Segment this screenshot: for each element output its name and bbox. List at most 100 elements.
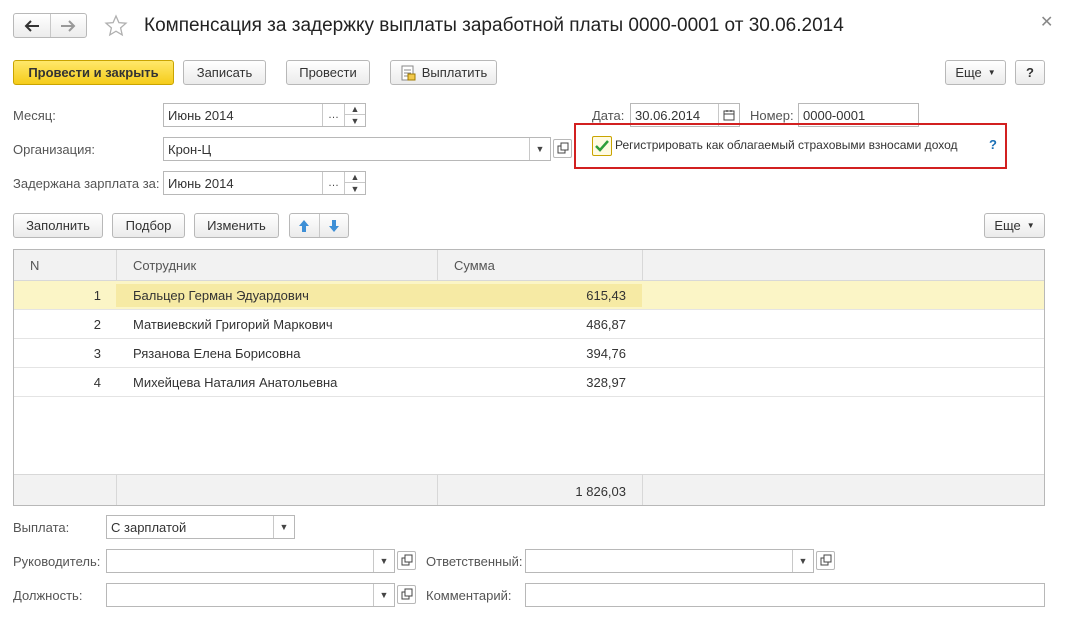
more-button[interactable]: Еще ▼ [945,60,1006,85]
month-label: Месяц: [13,108,56,123]
sum-value: 394,76 [586,346,626,361]
table-more-button[interactable]: Еще ▼ [984,213,1045,238]
payment-value: С зарплатой [111,519,187,535]
column-header-employee[interactable]: Сотрудник [133,258,196,273]
head-label: Руководитель: [13,554,101,569]
open-link-icon [401,554,413,566]
save-button[interactable]: Записать [183,60,266,85]
register-income-checkbox[interactable] [592,136,612,156]
payment-label: Выплата: [13,520,70,535]
register-help-link[interactable]: ? [989,137,997,152]
ellipsis-icon: … [328,177,339,189]
head-field[interactable] [106,549,395,573]
employee-name: Рязанова Елена Борисовна [133,346,301,361]
sum-value: 328,97 [586,375,626,390]
move-down-button[interactable] [320,214,349,237]
delayed-salary-label: Задержана зарплата за: [13,176,160,191]
open-link-icon [401,588,413,600]
register-income-label: Регистрировать как облагаемый страховыми… [615,138,958,152]
move-buttons-group [289,213,349,238]
sum-value: 486,87 [586,317,626,332]
employees-table: N Сотрудник Сумма 1 Бальцер Герман Эдуар… [13,249,1045,506]
date-label: Дата: [592,108,625,123]
pick-button[interactable]: Подбор [112,213,185,238]
move-up-button[interactable] [290,214,320,237]
responsible-dropdown-button[interactable]: ▼ [792,550,813,572]
forward-button[interactable] [51,14,87,37]
month-value: Июнь 2014 [168,107,234,123]
ellipsis-icon: … [328,109,339,121]
delayed-salary-select-button[interactable]: … [322,172,344,194]
month-up-button[interactable]: ▲ [344,104,365,115]
organization-label: Организация: [13,142,96,157]
delayed-salary-up-button[interactable]: ▲ [344,172,365,183]
post-button[interactable]: Провести [286,60,370,85]
column-header-n[interactable]: N [30,258,39,273]
calendar-icon [723,110,735,121]
row-number: 3 [93,346,101,361]
date-value: 30.06.2014 [635,107,701,123]
organization-value: Крон-Ц [168,141,212,157]
organization-field[interactable]: Крон-Ц [163,137,551,161]
table-row[interactable]: 2 Матвиевский Григорий Маркович 486,87 [14,310,1044,339]
payment-select[interactable]: С зарплатой [106,515,295,539]
chevron-down-icon: ▼ [1026,221,1035,230]
organization-open-button[interactable] [553,139,572,158]
sum-value: 615,43 [586,288,626,303]
arrow-down-icon [328,219,339,232]
employee-name: Матвиевский Григорий Маркович [133,317,333,332]
open-link-icon [557,142,569,154]
position-field[interactable] [106,583,395,607]
sum-total: 1 826,03 [575,483,626,499]
column-header-sum[interactable]: Сумма [454,258,495,273]
checkmark-icon [595,140,609,152]
month-down-button[interactable]: ▼ [344,115,365,126]
responsible-open-button[interactable] [816,551,835,570]
table-more-label: Еще [994,218,1021,233]
post-and-close-button[interactable]: Провести и закрыть [13,60,174,85]
row-number: 1 [93,288,101,303]
back-forward-group [13,13,87,38]
favorite-star-icon[interactable] [104,14,128,41]
comment-field[interactable] [525,583,1045,607]
responsible-label: Ответственный: [426,554,523,569]
table-header: N Сотрудник Сумма [14,250,1044,281]
number-label: Номер: [750,108,794,123]
employee-name: Бальцер Герман Эдуардович [133,288,309,303]
row-number: 4 [93,375,101,390]
organization-dropdown-button[interactable]: ▼ [529,138,550,160]
row-number: 2 [93,317,101,332]
arrow-up-icon [299,219,310,232]
table-footer: 1 826,03 [14,474,1044,505]
month-select-button[interactable]: … [322,104,344,126]
more-button-label: Еще [955,65,982,80]
employee-name: Михейцева Наталия Анатольевна [133,375,338,390]
back-button[interactable] [14,14,51,37]
position-label: Должность: [13,588,83,603]
page-title: Компенсация за задержку выплаты заработн… [144,15,844,36]
arrow-left-icon [24,19,39,32]
open-link-icon [820,554,832,566]
delayed-salary-value: Июнь 2014 [168,175,234,191]
responsible-field[interactable] [525,549,814,573]
number-value: 0000-0001 [803,107,866,123]
chevron-down-icon: ▼ [987,68,996,77]
comment-label: Комментарий: [426,588,512,603]
head-open-button[interactable] [397,551,416,570]
change-button[interactable]: Изменить [194,213,279,238]
payment-dropdown-button[interactable]: ▼ [273,516,294,538]
table-row[interactable]: 4 Михейцева Наталия Анатольевна 328,97 [14,368,1044,397]
position-open-button[interactable] [397,585,416,604]
payment-document-icon [401,65,416,80]
arrow-right-icon [61,19,76,32]
position-dropdown-button[interactable]: ▼ [373,584,394,606]
delayed-salary-down-button[interactable]: ▼ [344,183,365,194]
table-row[interactable]: 1 Бальцер Герман Эдуардович 615,43 [14,281,1044,310]
table-row[interactable]: 3 Рязанова Елена Борисовна 394,76 [14,339,1044,368]
head-dropdown-button[interactable]: ▼ [373,550,394,572]
pay-button[interactable]: Выплатить [390,60,497,85]
fill-button[interactable]: Заполнить [13,213,103,238]
help-button[interactable]: ? [1015,60,1045,85]
pay-button-label: Выплатить [421,65,488,80]
close-icon[interactable]: ✕ [1040,12,1053,32]
